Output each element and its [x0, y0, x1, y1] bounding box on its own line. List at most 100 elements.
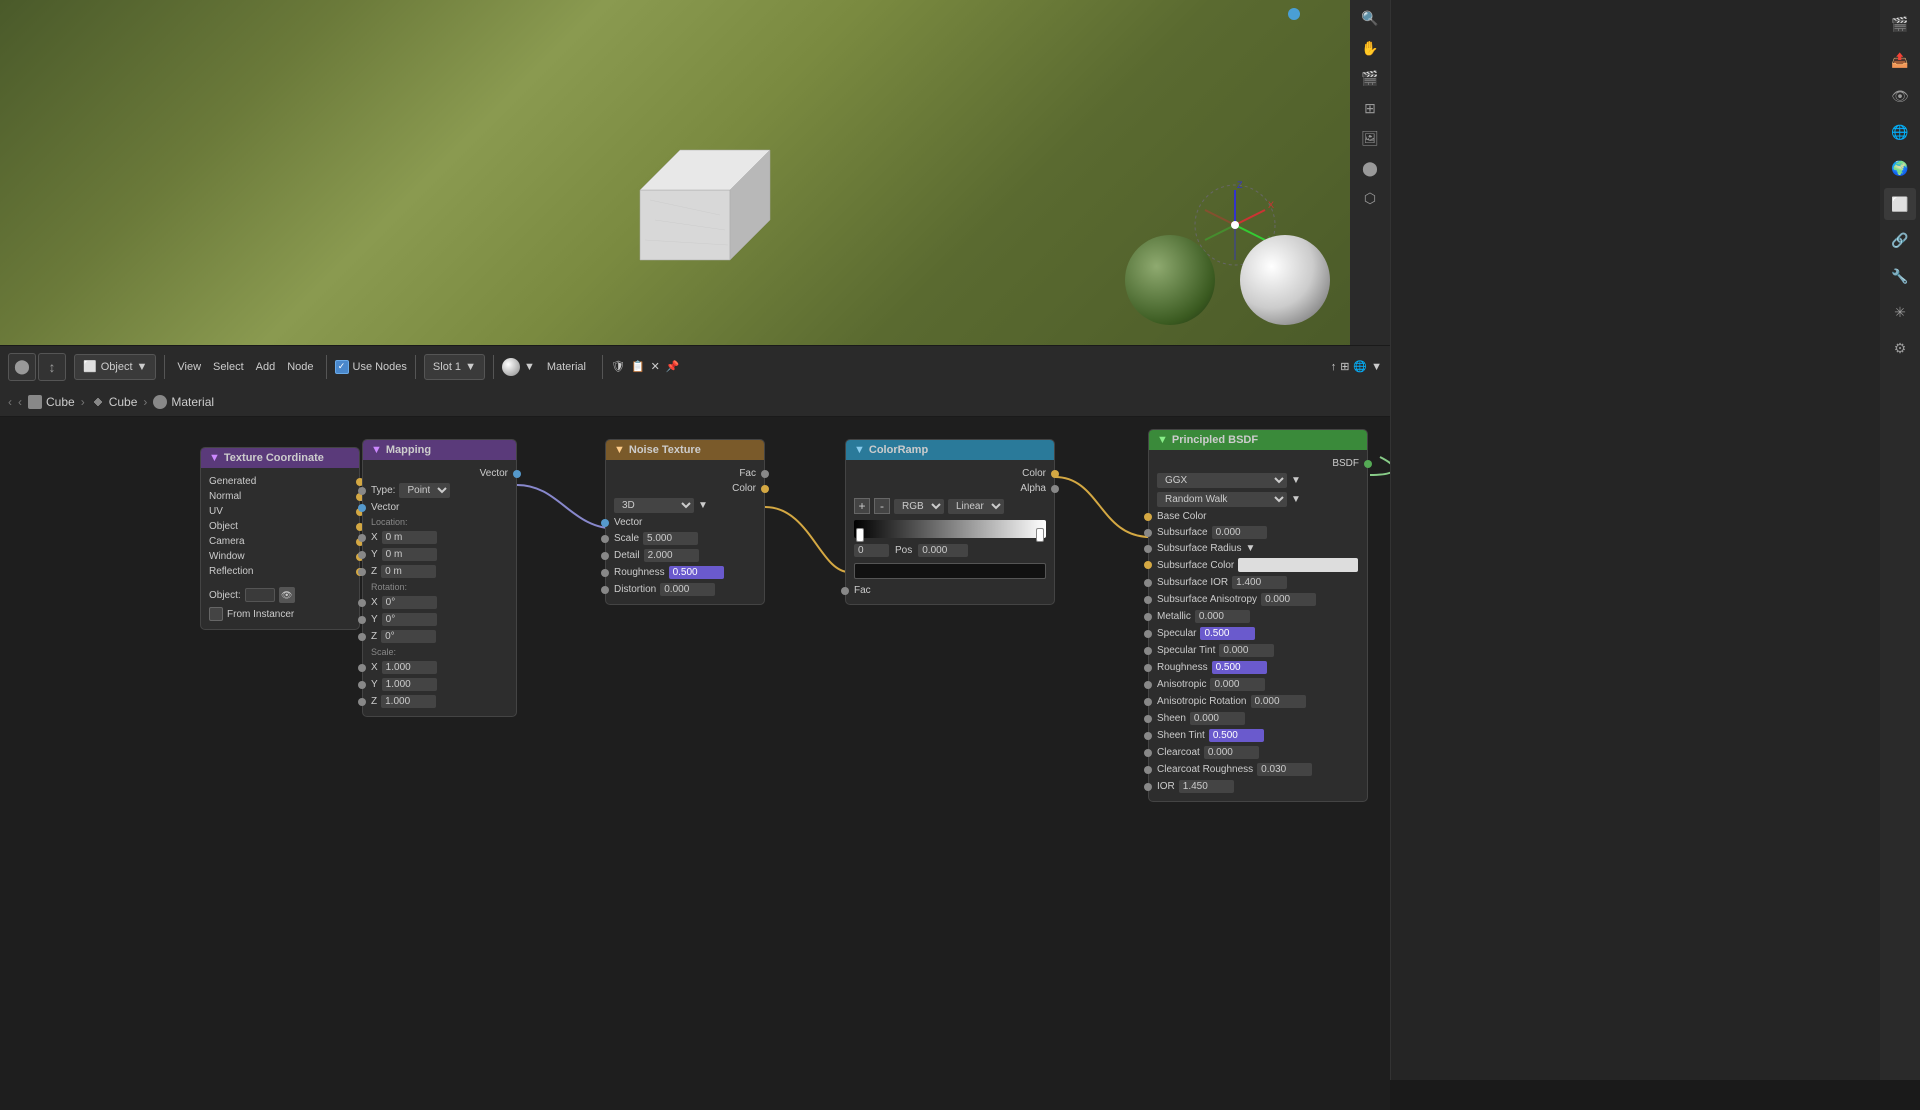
clearcoat-roughness-input[interactable]: [1257, 763, 1312, 776]
loc-x-input[interactable]: [382, 531, 437, 544]
principled-bsdf-node[interactable]: ▼ Principled BSDF BSDF GGX ▼ Random Walk: [1148, 429, 1368, 802]
view-menu[interactable]: View: [173, 361, 205, 373]
noise-distortion-input[interactable]: [660, 583, 715, 596]
loc-y-input[interactable]: [382, 548, 437, 561]
rot-x-input[interactable]: [382, 596, 437, 609]
anisotropic-socket[interactable]: [1144, 681, 1152, 689]
object-field[interactable]: [245, 588, 275, 602]
specular-input[interactable]: [1200, 627, 1255, 640]
scale-z-socket[interactable]: [358, 698, 366, 706]
right-physics-icon[interactable]: ⚙: [1884, 332, 1916, 364]
loc-x-socket[interactable]: [358, 534, 366, 542]
right-particles-icon[interactable]: ✳: [1884, 296, 1916, 328]
viewport-3d[interactable]: X Y Z 🔍 ✋ 🎬 ⊞ 🖼 ⬤ ⬡: [0, 0, 1390, 345]
viewport-camera-icon[interactable]: 🎬: [1356, 64, 1384, 92]
instancer-checkbox[interactable]: [209, 607, 223, 621]
subsurface-color-socket[interactable]: [1144, 561, 1152, 569]
colorramp-color-socket[interactable]: [1051, 470, 1059, 478]
fac-socket-in[interactable]: [841, 587, 849, 595]
viewport-search-icon[interactable]: 🔍: [1356, 4, 1384, 32]
right-render-icon[interactable]: 🎬: [1884, 8, 1916, 40]
sheen-input[interactable]: [1190, 712, 1245, 725]
viewport-grid-icon[interactable]: ⊞: [1356, 94, 1384, 122]
right-world-icon[interactable]: 🌍: [1884, 152, 1916, 184]
colorramp-pos-value[interactable]: [918, 544, 968, 557]
metallic-socket[interactable]: [1144, 613, 1152, 621]
colorramp-mode-dropdown[interactable]: RGB: [894, 499, 944, 514]
use-nodes-toggle[interactable]: ✓ Use Nodes: [335, 360, 407, 374]
right-scene-icon[interactable]: 🌐: [1884, 116, 1916, 148]
noise-detail-socket[interactable]: [601, 552, 609, 560]
rot-x-socket[interactable]: [358, 599, 366, 607]
random-walk-dropdown[interactable]: Random Walk: [1157, 492, 1287, 507]
subsurface-socket[interactable]: [1144, 529, 1152, 537]
rot-y-socket[interactable]: [358, 616, 366, 624]
sheen-tint-input[interactable]: [1209, 729, 1264, 742]
editor-view-icon[interactable]: ↕: [38, 353, 66, 381]
node-editor[interactable]: ▼ Texture Coordinate Generated Normal UV…: [0, 417, 1390, 1110]
slot-selector[interactable]: Slot 1 ▼: [424, 354, 485, 380]
loc-y-socket[interactable]: [358, 551, 366, 559]
aniso-rotation-socket[interactable]: [1144, 698, 1152, 706]
clearcoat-input[interactable]: [1204, 746, 1259, 759]
roughness-input[interactable]: [1212, 661, 1267, 674]
select-menu[interactable]: Select: [209, 361, 248, 373]
dropdown-icon[interactable]: ▼: [1371, 361, 1382, 373]
eyedropper-btn[interactable]: 👁: [279, 587, 295, 603]
type-dropdown[interactable]: Point: [399, 483, 450, 498]
colorramp-remove-btn[interactable]: -: [874, 498, 890, 514]
color-socket-out[interactable]: [761, 485, 769, 493]
pin-icon[interactable]: 📌: [666, 360, 680, 373]
colorramp-handle-left[interactable]: [856, 528, 864, 542]
colorramp-add-btn[interactable]: +: [854, 498, 870, 514]
subsurface-aniso-socket[interactable]: [1144, 596, 1152, 604]
ggx-dropdown[interactable]: GGX: [1157, 473, 1287, 488]
mapping-node[interactable]: ▼ Mapping Vector Type: Point Vector: [362, 439, 517, 717]
colorramp-handle-right[interactable]: [1036, 528, 1044, 542]
object-mode-button[interactable]: ⬜ Object ▼: [74, 354, 156, 380]
colorramp-alpha-socket[interactable]: [1051, 485, 1059, 493]
subsurface-ior-socket[interactable]: [1144, 579, 1152, 587]
use-nodes-checkbox[interactable]: ✓: [335, 360, 349, 374]
mapping-vector-socket-out[interactable]: [513, 470, 521, 478]
aniso-rotation-input[interactable]: [1251, 695, 1306, 708]
right-object-icon[interactable]: ⬜: [1884, 188, 1916, 220]
copy-icon[interactable]: 📋: [631, 360, 645, 373]
subsurface-input[interactable]: [1212, 526, 1267, 539]
specular-tint-socket[interactable]: [1144, 647, 1152, 655]
breadcrumb-cube1[interactable]: Cube: [28, 395, 75, 409]
subsurface-radius-socket[interactable]: [1144, 545, 1152, 553]
close-material-icon[interactable]: ✕: [651, 360, 660, 373]
subsurface-ior-input[interactable]: [1232, 576, 1287, 589]
breadcrumb-material[interactable]: Material: [153, 395, 214, 409]
rot-z-input[interactable]: [381, 630, 436, 643]
scale-x-socket[interactable]: [358, 664, 366, 672]
specular-tint-input[interactable]: [1219, 644, 1274, 657]
scale-y-socket[interactable]: [358, 681, 366, 689]
loc-z-input[interactable]: [381, 565, 436, 578]
scale-x-input[interactable]: [382, 661, 437, 674]
tex-coord-node[interactable]: ▼ Texture Coordinate Generated Normal UV…: [200, 447, 360, 630]
viewport-grab-icon[interactable]: ✋: [1356, 34, 1384, 62]
specular-socket[interactable]: [1144, 630, 1152, 638]
subsurface-color-swatch[interactable]: [1238, 558, 1358, 572]
sheen-tint-socket[interactable]: [1144, 732, 1152, 740]
noise-roughness-input[interactable]: [669, 566, 724, 579]
chevron-left-icon[interactable]: ‹: [8, 395, 12, 409]
colorramp-interp-dropdown[interactable]: Linear: [948, 499, 1004, 514]
viewport-circle-icon[interactable]: ⬤: [1356, 154, 1384, 182]
mapping-vector-socket-in[interactable]: [358, 504, 366, 512]
clearcoat-socket[interactable]: [1144, 749, 1152, 757]
base-color-socket[interactable]: [1144, 513, 1152, 521]
ior-input[interactable]: [1179, 780, 1234, 793]
colorramp-gradient-bar[interactable]: [854, 520, 1046, 538]
right-output-icon[interactable]: 📤: [1884, 44, 1916, 76]
colorramp-black-pos[interactable]: [854, 544, 889, 557]
roughness-socket[interactable]: [1144, 664, 1152, 672]
right-view-icon[interactable]: 👁: [1884, 80, 1916, 112]
left-panel-toggle[interactable]: ‹: [18, 395, 22, 409]
right-constraints-icon[interactable]: 🔗: [1884, 224, 1916, 256]
noise-roughness-socket[interactable]: [601, 569, 609, 577]
clearcoat-roughness-socket[interactable]: [1144, 766, 1152, 774]
node-menu[interactable]: Node: [283, 361, 317, 373]
